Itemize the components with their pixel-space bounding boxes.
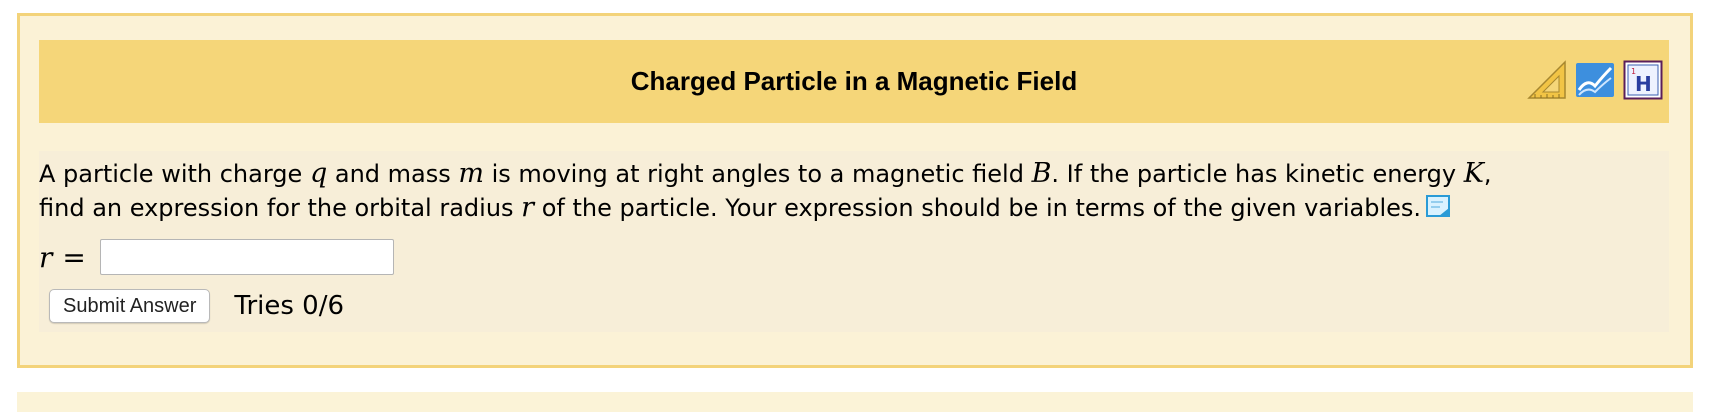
answer-row: r = [39,237,394,277]
next-problem-panel-edge [17,392,1693,412]
ruler-triangle-icon[interactable] [1527,60,1567,100]
problem-body: A particle with charge q and mass m is m… [39,151,1669,332]
variable-m: m [458,158,484,189]
problem-title: Charged Particle in a Magnetic Field [630,66,1078,96]
question-text: A particle with charge q and mass m is m… [39,157,1659,225]
question-text-part: , [1483,160,1492,188]
hydrogen-element-icon[interactable]: 1 H [1623,60,1663,100]
question-text-part: of the particle. Your expression should … [534,194,1422,222]
note-icon[interactable] [1425,194,1451,220]
question-text-part: and mass [327,160,459,188]
variable-q: q [309,158,328,189]
problem-header: Charged Particle in a Magnetic Field 1 H [39,40,1669,123]
tools-group: 1 H [1527,60,1663,100]
question-text-part: find an expression for the orbital radiu… [39,194,522,222]
submit-answer-button[interactable]: Submit Answer [49,289,211,323]
problem-container: Charged Particle in a Magnetic Field 1 H… [17,13,1693,368]
variable-r: r [521,192,535,223]
svg-text:H: H [1635,72,1652,96]
question-text-part: is moving at right angles to a magnetic … [483,160,1032,188]
tries-counter: Tries 0/6 [234,291,345,321]
submit-row: Submit Answer Tries 0/6 [49,289,344,323]
variable-K: K [1463,158,1484,189]
question-text-part: . If the particle has kinetic energy [1051,160,1464,188]
answer-input[interactable] [99,239,394,275]
variable-B: B [1031,158,1052,189]
equals-sign: = [62,240,86,274]
question-text-part: A particle with charge [39,160,310,188]
answer-variable-label: r [39,240,53,274]
book-icon[interactable] [1575,60,1615,100]
